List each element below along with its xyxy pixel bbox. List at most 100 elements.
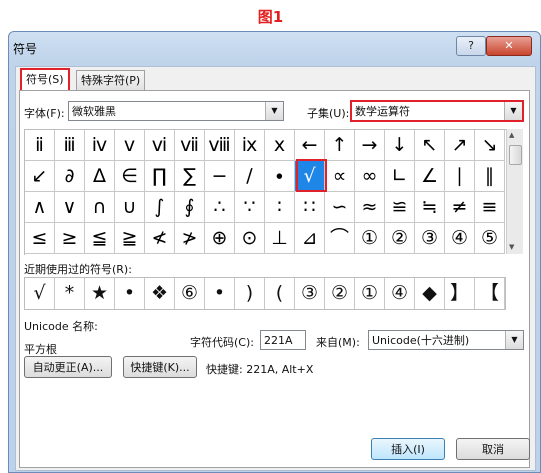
symbol-cell[interactable]: ⅷ (205, 130, 235, 161)
symbol-cell[interactable]: ∽ (325, 192, 355, 223)
recent-symbol-cell[interactable]: √ (25, 278, 55, 309)
chevron-down-icon[interactable]: ▼ (265, 102, 283, 120)
symbol-cell[interactable]: ≡ (475, 192, 505, 223)
recent-symbol-cell[interactable]: ① (355, 278, 385, 309)
recent-symbol-cell[interactable]: 】 (445, 278, 475, 309)
symbol-cell[interactable]: ⊿ (295, 223, 325, 254)
symbol-cell[interactable]: ∠ (415, 161, 445, 192)
symbol-cell[interactable]: ↙ (25, 161, 55, 192)
symbol-cell[interactable]: ↘ (475, 130, 505, 161)
symbol-cell[interactable]: − (205, 161, 235, 192)
symbol-cell[interactable]: ∵ (235, 192, 265, 223)
recent-symbol-cell[interactable]: ◆ (415, 278, 445, 309)
symbol-cell[interactable]: ⅳ (85, 130, 115, 161)
symbol-cell[interactable]: ⅱ (25, 130, 55, 161)
chevron-down-icon[interactable]: ▼ (504, 102, 522, 120)
symbol-grid-scrollbar[interactable]: ▲ ▼ (506, 129, 523, 254)
symbol-cell[interactable]: ≯ (175, 223, 205, 254)
recent-symbol-cell[interactable]: ② (325, 278, 355, 309)
subset-select[interactable]: 数学运算符 ▼ (350, 100, 524, 122)
symbol-cell[interactable]: ≮ (145, 223, 175, 254)
symbol-cell[interactable]: ∆ (85, 161, 115, 192)
symbol-cell[interactable]: ≒ (415, 192, 445, 223)
recent-symbol-cell[interactable]: • (115, 278, 145, 309)
help-button[interactable]: ? (456, 36, 486, 56)
symbol-cell[interactable]: ⊥ (265, 223, 295, 254)
symbol-cell[interactable]: ∞ (355, 161, 385, 192)
symbol-cell[interactable]: ⅴ (115, 130, 145, 161)
font-select[interactable]: 微软雅黑 ▼ (68, 101, 284, 121)
recent-symbol-cell[interactable]: ❖ (145, 278, 175, 309)
recent-symbol-cell[interactable]: 【 (475, 278, 505, 309)
symbol-cell[interactable]: ∈ (115, 161, 145, 192)
symbol-cell[interactable]: ⅵ (145, 130, 175, 161)
font-value: 微软雅黑 (72, 105, 116, 118)
symbol-cell[interactable]: ∟ (385, 161, 415, 192)
char-code-input[interactable]: 221A (260, 330, 306, 350)
tab-special-characters[interactable]: 特殊字符(P) (76, 70, 146, 90)
scroll-thumb[interactable] (509, 145, 522, 165)
autocorrect-button[interactable]: 自动更正(A)... (24, 356, 112, 378)
symbol-cell[interactable]: ≧ (115, 223, 145, 254)
symbol-cell[interactable]: ∝ (325, 161, 355, 192)
recent-symbol-cell[interactable]: ( (265, 278, 295, 309)
symbol-cell[interactable]: ↓ (385, 130, 415, 161)
symbol-cell[interactable]: ≠ (445, 192, 475, 223)
chevron-down-icon[interactable]: ▼ (505, 331, 523, 349)
symbol-cell[interactable]: ∣ (445, 161, 475, 192)
symbol-cell[interactable]: ∪ (115, 192, 145, 223)
symbol-cell[interactable]: ③ (415, 223, 445, 254)
symbol-cell[interactable]: ⌒ (325, 223, 355, 254)
scroll-down-icon[interactable]: ▼ (509, 243, 514, 251)
shortcut-key-button[interactable]: 快捷键(K)... (123, 356, 197, 378)
recent-symbol-cell[interactable]: * (55, 278, 85, 309)
symbol-cell[interactable]: ∂ (55, 161, 85, 192)
symbol-cell[interactable]: ② (385, 223, 415, 254)
close-button[interactable]: ✕ (486, 36, 532, 56)
symbol-cell[interactable]: ⅸ (235, 130, 265, 161)
symbol-cell[interactable]: ∩ (85, 192, 115, 223)
scroll-up-icon[interactable]: ▲ (509, 131, 514, 139)
symbol-cell[interactable]: ⅲ (55, 130, 85, 161)
symbol-cell[interactable]: ⅹ (265, 130, 295, 161)
symbol-cell[interactable]: ∙ (265, 161, 295, 192)
symbol-cell[interactable]: ⑤ (475, 223, 505, 254)
from-select[interactable]: Unicode(十六进制) ▼ (368, 330, 524, 350)
symbol-cell[interactable]: → (355, 130, 385, 161)
symbol-cell[interactable]: ↗ (445, 130, 475, 161)
dialog-client: 符号(S) 特殊字符(P) 字体(F): 微软雅黑 ▼ 子集(U): 数学运算符… (15, 66, 536, 471)
symbol-cell[interactable]: ≤ (25, 223, 55, 254)
symbol-cell[interactable]: ⅶ (175, 130, 205, 161)
symbol-cell[interactable]: ≦ (85, 223, 115, 254)
recent-symbol-cell[interactable]: ③ (295, 278, 325, 309)
symbol-cell[interactable]: ① (355, 223, 385, 254)
symbol-cell[interactable]: ≥ (55, 223, 85, 254)
symbol-cell[interactable]: ∧ (25, 192, 55, 223)
recent-symbol-cell[interactable]: ★ (85, 278, 115, 309)
symbol-cell[interactable]: ∏ (145, 161, 175, 192)
symbol-cell[interactable]: ≌ (385, 192, 415, 223)
symbol-cell[interactable]: ∷ (295, 192, 325, 223)
symbol-cell[interactable]: ↑ (325, 130, 355, 161)
symbol-cell[interactable]: ∨ (55, 192, 85, 223)
recent-symbol-cell[interactable]: • (205, 278, 235, 309)
symbol-cell[interactable]: ∑ (175, 161, 205, 192)
symbol-cell[interactable]: ⊙ (235, 223, 265, 254)
symbol-cell[interactable]: ∮ (175, 192, 205, 223)
cancel-button[interactable]: 取消 (456, 438, 530, 460)
symbol-cell[interactable]: ↖ (415, 130, 445, 161)
insert-button[interactable]: 插入(I) (371, 438, 445, 460)
symbol-cell[interactable]: ⊕ (205, 223, 235, 254)
recent-symbol-cell[interactable]: ⑥ (175, 278, 205, 309)
symbol-cell[interactable]: ∶ (265, 192, 295, 223)
subset-value: 数学运算符 (355, 105, 410, 118)
symbol-cell[interactable]: ← (295, 130, 325, 161)
recent-symbol-cell[interactable]: ) (235, 278, 265, 309)
symbol-cell[interactable]: ∴ (205, 192, 235, 223)
symbol-cell[interactable]: ∥ (475, 161, 505, 192)
recent-symbol-cell[interactable]: ④ (385, 278, 415, 309)
symbol-cell[interactable]: ≈ (355, 192, 385, 223)
symbol-cell[interactable]: ∕ (235, 161, 265, 192)
symbol-cell[interactable]: ④ (445, 223, 475, 254)
symbol-cell[interactable]: ∫ (145, 192, 175, 223)
